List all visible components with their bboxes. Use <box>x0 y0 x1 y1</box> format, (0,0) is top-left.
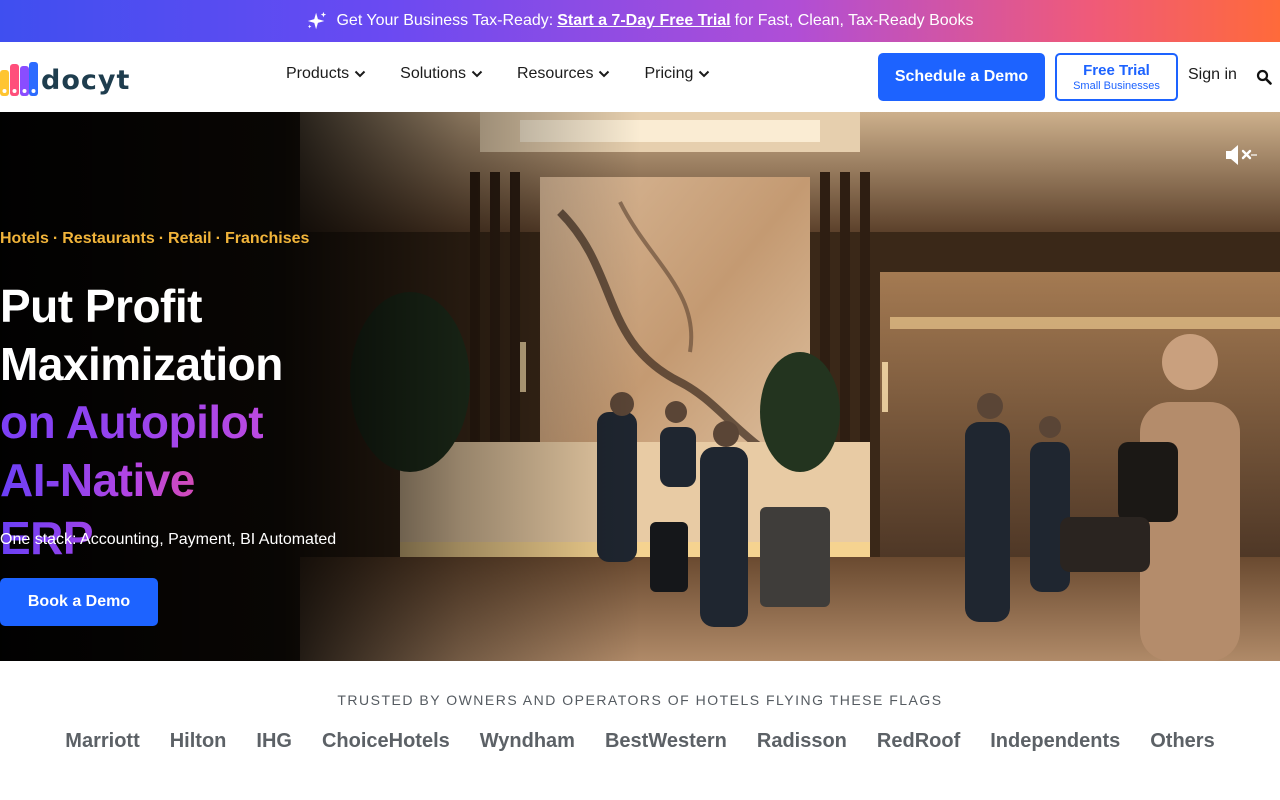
chevron-down-icon <box>471 70 483 78</box>
hero-headline: Put Profit Maximization on Autopilot AI-… <box>0 277 300 567</box>
promo-suffix: for Fast, Clean, Tax-Ready Books <box>734 12 974 29</box>
free-trial-title: Free Trial <box>1083 61 1150 79</box>
search-icon[interactable] <box>1256 69 1272 85</box>
brand-marriott: Marriott <box>65 730 140 752</box>
tag-retail: Retail <box>168 230 212 247</box>
trusted-by-heading: TRUSTED BY OWNERS AND OPERATORS OF HOTEL… <box>337 692 943 708</box>
logo-wordmark: docyt <box>41 65 131 96</box>
menu-solutions-label: Solutions <box>400 65 466 82</box>
free-trial-subtitle: Small Businesses <box>1073 79 1160 92</box>
hero-section: Hotels · Restaurants · Retail · Franchises Put… <box>0 112 1280 661</box>
brand-choicehotels: ChoiceHotels <box>321 730 450 752</box>
headline-line-3: on Autopilot <box>0 393 300 451</box>
menu-products[interactable]: Products <box>286 65 366 83</box>
main-menu: Products Solutions Resources Pricing <box>286 65 710 83</box>
docyt-logo[interactable]: docyt <box>0 60 130 96</box>
sparkle-icon <box>308 11 327 30</box>
menu-pricing[interactable]: Pricing <box>644 65 710 83</box>
menu-resources[interactable]: Resources <box>517 65 610 83</box>
tag-franchises: Franchises <box>224 230 310 247</box>
tag-separator: · <box>52 230 59 247</box>
chevron-down-icon <box>599 70 610 78</box>
headline-line-1: Put Profit <box>0 280 202 332</box>
promo-prefix: Get Your Business Tax-Ready: <box>336 12 554 29</box>
hero-subtitle: One stack: Accounting, Payment, BI Autom… <box>0 531 337 548</box>
brand-redroof: RedRoof <box>876 730 961 752</box>
brand-wyndham: Wyndham <box>479 730 575 752</box>
hotel-brand-list: Marriott Hilton IHG ChoiceHotels Wyndham… <box>0 730 1280 753</box>
promo-trial-link[interactable]: Start a 7-Day Free Trial <box>557 12 730 30</box>
logo-mark-icon <box>0 62 38 96</box>
tag-hotels: Hotels <box>0 230 49 247</box>
speaker-muted-icon[interactable] <box>1222 142 1258 168</box>
headline-line-4: AI-Native ERP <box>0 451 300 567</box>
menu-pricing-label: Pricing <box>644 65 694 82</box>
tag-separator: · <box>215 230 221 247</box>
brand-others: Others <box>1150 730 1215 752</box>
book-demo-button[interactable]: Book a Demo <box>0 578 158 626</box>
brand-ihg: IHG <box>256 730 292 752</box>
brand-independents: Independents <box>990 730 1121 752</box>
brand-bestwestern: BestWestern <box>604 730 727 752</box>
menu-resources-label: Resources <box>516 65 594 82</box>
brand-radisson: Radisson <box>756 730 847 752</box>
top-navbar: docyt Products Solutions Resources Prici… <box>0 42 1280 112</box>
tag-separator: · <box>158 230 165 247</box>
sign-in-link[interactable]: Sign in <box>1188 66 1237 84</box>
industry-tags: Hotels · Restaurants · Retail · Franchises <box>0 230 309 248</box>
promo-banner: Get Your Business Tax-Ready: Start a 7-D… <box>0 0 1280 42</box>
free-trial-button[interactable]: Free Trial Small Businesses <box>1055 53 1178 101</box>
tag-restaurants: Restaurants <box>62 230 155 247</box>
menu-products-label: Products <box>286 65 350 82</box>
schedule-demo-button[interactable]: Schedule a Demo <box>878 53 1045 101</box>
chevron-down-icon <box>354 70 366 78</box>
chevron-down-icon <box>699 70 710 78</box>
headline-line-2: Maximization <box>0 338 283 390</box>
menu-solutions[interactable]: Solutions <box>400 65 483 83</box>
brand-hilton: Hilton <box>169 730 227 752</box>
